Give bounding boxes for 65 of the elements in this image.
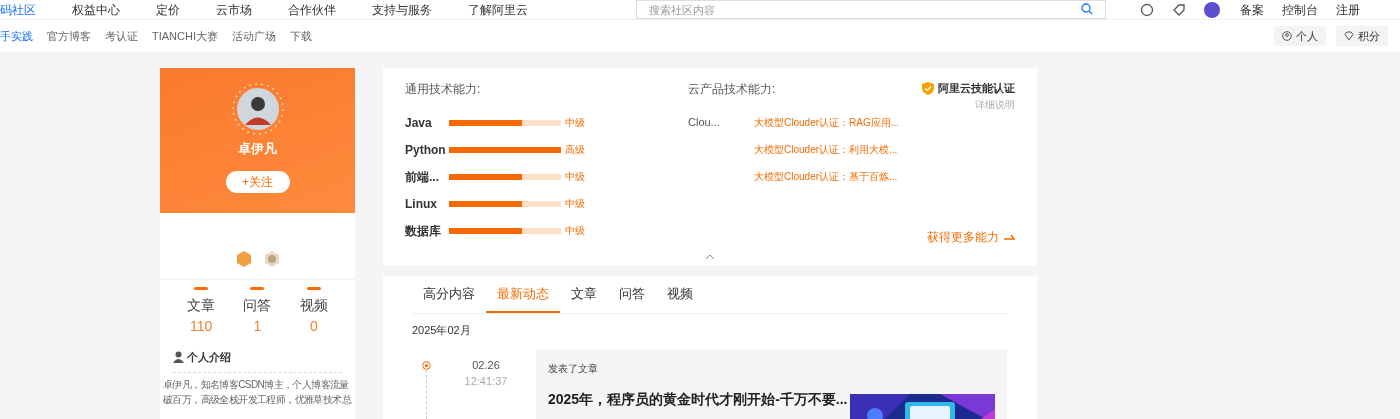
feed-tab[interactable]: 高分内容 xyxy=(412,276,486,313)
feed-tab[interactable]: 问答 xyxy=(608,276,656,313)
article-title[interactable]: 2025年，程序员的黄金时代才刚开始-千万不要... xyxy=(548,383,848,419)
avatar-icon[interactable] xyxy=(1204,1,1220,18)
nav-button[interactable]: 个人 xyxy=(1274,26,1326,46)
header-link[interactable]: 控制台 xyxy=(1282,1,1318,18)
search-icon[interactable] xyxy=(1081,2,1093,15)
month-label: 2025年02月 xyxy=(412,323,472,338)
header-link[interactable]: 备案 xyxy=(1240,1,1264,18)
user-icon xyxy=(1282,31,1292,41)
stat-marker xyxy=(250,287,265,290)
nav-link[interactable]: 了解阿里云 xyxy=(468,1,528,18)
entry-date: 02.26 xyxy=(472,357,500,373)
skill-grade: 中级 xyxy=(565,224,585,238)
nav-link[interactable]: 权益中心 xyxy=(72,1,120,18)
entry-time: 12:41:37 xyxy=(464,374,508,389)
section-title: 通用技术能力: xyxy=(405,81,482,98)
stat-marker xyxy=(194,287,209,290)
stat-label: 问答 xyxy=(243,296,272,315)
timeline-dot-icon xyxy=(421,360,431,370)
skill-grade: 高级 xyxy=(565,143,585,157)
tag-icon[interactable] xyxy=(1172,2,1186,17)
skill-name: Python xyxy=(405,141,447,159)
badge-title: 阿里云技能认证 xyxy=(938,81,1015,96)
stat-value: 110 xyxy=(190,317,213,336)
skill-name: 前端... xyxy=(405,168,440,186)
entry-action: 发表了文章 xyxy=(548,361,599,376)
stat-label: 文章 xyxy=(187,296,216,315)
header-link[interactable]: 注册 xyxy=(1336,1,1360,18)
skill-name: Linux xyxy=(405,195,438,213)
nav-link[interactable]: 云市场 xyxy=(216,1,252,18)
collapse-icon[interactable] xyxy=(705,254,715,260)
subnav-link[interactable]: 官方博客 xyxy=(47,27,91,45)
subnav-link[interactable]: 下载 xyxy=(290,27,312,45)
feed-tab[interactable]: 文章 xyxy=(560,276,608,313)
avatar-icon xyxy=(231,83,284,135)
nav-link[interactable]: 码社区 xyxy=(0,1,36,18)
stat-value: 0 xyxy=(309,317,318,336)
section-title: 云产品技术能力: xyxy=(688,81,777,98)
stat-label: 视频 xyxy=(299,296,328,315)
subnav-link[interactable]: 活动广场 xyxy=(232,27,276,45)
stat-marker xyxy=(306,287,321,290)
subnav-link[interactable]: 考认证 xyxy=(105,27,138,45)
skill-name: 数据库 xyxy=(405,222,442,240)
cloud-label: Clou... xyxy=(688,115,721,130)
nav-link[interactable]: 合作伙伴 xyxy=(288,1,336,18)
skill-name: Java xyxy=(405,114,433,132)
nav-link[interactable]: 支持与服务 xyxy=(372,1,432,18)
nav-button[interactable]: 积分 xyxy=(1336,26,1388,46)
skill-grade: 中级 xyxy=(565,197,585,211)
skill-grade: 中级 xyxy=(565,116,585,130)
nav-link[interactable]: 定价 xyxy=(156,1,180,18)
code-badge-icon xyxy=(234,250,253,268)
profile-name: 卓伊凡 xyxy=(238,140,277,158)
subnav-link[interactable]: TIANCHI大赛 xyxy=(152,27,218,45)
shield-check-icon xyxy=(922,81,934,95)
stat-value: 1 xyxy=(253,317,262,336)
diamond-icon xyxy=(1344,31,1354,41)
section-title: 个人介绍 xyxy=(187,350,231,365)
feed-tab[interactable]: 视频 xyxy=(656,276,704,313)
person-icon xyxy=(173,351,184,364)
intro-text: 卓伊凡，知名博客CSDN博主，个人博客流量破百万，高级全栈开发工程师，优雅草技术总 xyxy=(163,377,352,407)
subnav-link[interactable]: 手实践 xyxy=(0,27,33,45)
medal-badge-icon xyxy=(262,250,281,268)
skill-grade: 中级 xyxy=(565,170,585,184)
